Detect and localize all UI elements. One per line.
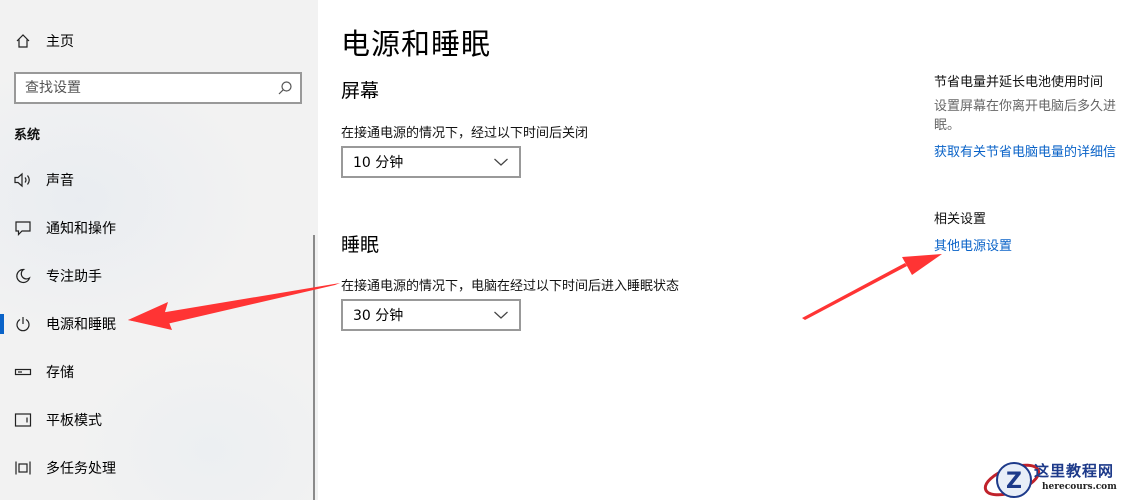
- sidebar: 主页 系统 声音 通知和操作: [0, 0, 318, 500]
- chevron-down-icon: [493, 309, 509, 321]
- speaker-icon: [13, 170, 33, 190]
- watermark-logo-letter: Z: [1006, 469, 1022, 494]
- search-input[interactable]: [16, 80, 270, 96]
- sleep-heading: 睡眠: [341, 234, 380, 256]
- watermark-title: 这里教程网: [1034, 462, 1115, 480]
- sleep-description: 在接通电源的情况下，电脑在经过以下时间后进入睡眠状态: [341, 279, 680, 294]
- power-saving-text: 设置屏幕在你离开电脑后多久进 眠。: [934, 97, 1125, 135]
- sidebar-item-multitasking[interactable]: 多任务处理: [0, 444, 318, 492]
- sidebar-item-focus-assist[interactable]: 专注助手: [0, 252, 318, 300]
- additional-power-settings-link[interactable]: 其他电源设置: [934, 235, 1012, 254]
- sidebar-item-sound[interactable]: 声音: [0, 156, 318, 204]
- chevron-down-icon: [493, 156, 509, 168]
- sidebar-nav: 声音 通知和操作 专注助手 电源和睡眠 存储 平板模式 多任务处理: [0, 156, 318, 492]
- screen-heading: 屏幕: [341, 80, 380, 102]
- sidebar-item-label: 平板模式: [46, 413, 102, 429]
- power-saving-text-line: 眠。: [934, 118, 961, 133]
- home-nav-item[interactable]: 主页: [14, 30, 74, 52]
- sidebar-item-tablet-mode[interactable]: 平板模式: [0, 396, 318, 444]
- notification-icon: [13, 218, 33, 238]
- sidebar-item-power-sleep[interactable]: 电源和睡眠: [0, 300, 318, 348]
- screen-timeout-value: 10 分钟: [353, 155, 404, 171]
- sidebar-item-label: 多任务处理: [46, 461, 116, 477]
- sidebar-item-label: 专注助手: [46, 269, 102, 285]
- multitask-icon: [13, 458, 33, 478]
- search-icon[interactable]: [270, 74, 300, 102]
- search-box[interactable]: [14, 72, 302, 104]
- power-saving-title: 节省电量并延长电池使用时间: [934, 75, 1104, 90]
- power-saving-text-line: 设置屏幕在你离开电脑后多久进: [934, 99, 1117, 114]
- sleep-timeout-dropdown[interactable]: 30 分钟: [341, 299, 521, 331]
- page-title: 电源和睡眠: [341, 27, 492, 61]
- sidebar-item-storage[interactable]: 存储: [0, 348, 318, 396]
- sidebar-item-label: 声音: [46, 173, 74, 189]
- watermark-subtitle: herecours.com: [1042, 482, 1117, 492]
- power-icon: [13, 314, 33, 334]
- section-heading-system: 系统: [14, 128, 41, 143]
- sidebar-item-notifications[interactable]: 通知和操作: [0, 204, 318, 252]
- sidebar-scrollbar[interactable]: [313, 235, 315, 500]
- screen-timeout-dropdown[interactable]: 10 分钟: [341, 146, 521, 178]
- power-saving-link[interactable]: 获取有关节省电脑电量的详细信: [934, 141, 1116, 160]
- sidebar-item-label: 存储: [46, 365, 74, 381]
- main-content: 电源和睡眠 屏幕 在接通电源的情况下，经过以下时间后关闭 10 分钟 睡眠 在接…: [318, 0, 1125, 500]
- sidebar-item-label: 通知和操作: [46, 221, 116, 237]
- home-label: 主页: [46, 34, 74, 50]
- moon-icon: [13, 266, 33, 286]
- sleep-timeout-value: 30 分钟: [353, 308, 404, 324]
- related-settings-title: 相关设置: [934, 212, 987, 227]
- sidebar-item-label: 电源和睡眠: [46, 317, 116, 333]
- tablet-icon: [13, 410, 33, 430]
- home-icon: [14, 32, 32, 50]
- screen-description: 在接通电源的情况下，经过以下时间后关闭: [341, 126, 589, 141]
- settings-window: 主页 系统 声音 通知和操作: [0, 0, 1125, 500]
- storage-icon: [13, 362, 33, 382]
